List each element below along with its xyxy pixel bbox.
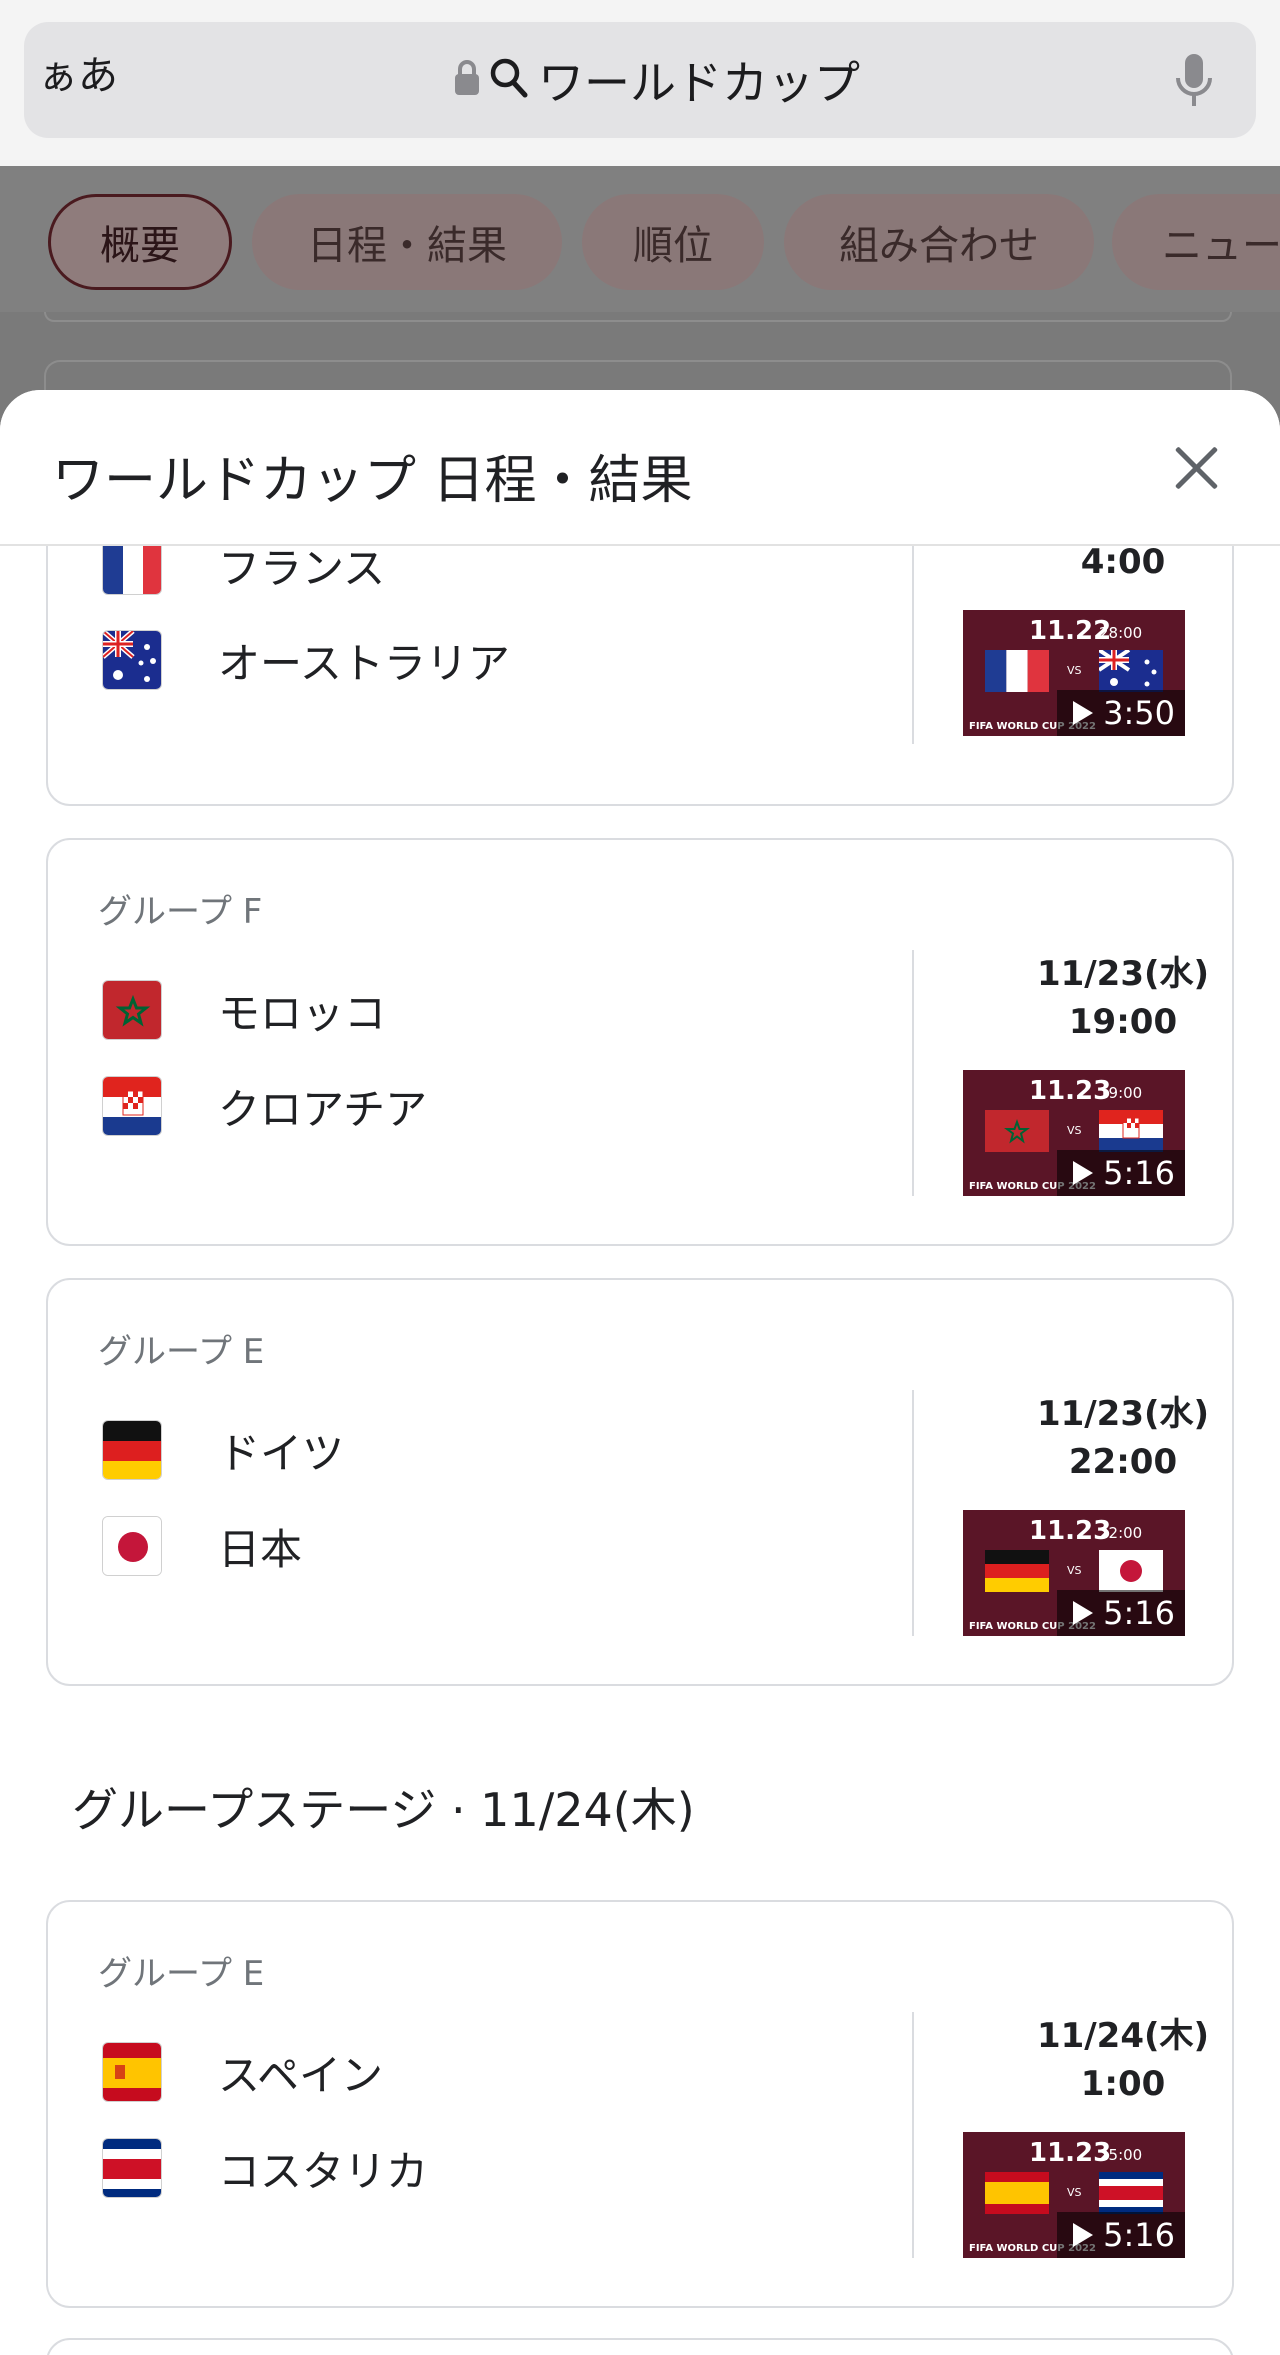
thumb-time: 19:00 xyxy=(1099,1084,1143,1102)
video-duration: 5:16 xyxy=(1103,2216,1175,2254)
lock-icon xyxy=(454,60,480,100)
team-name: 日本 xyxy=(218,1524,303,1574)
team-row: スペイン xyxy=(102,2042,383,2102)
team-row: オーストラリア xyxy=(102,630,510,690)
microphone-icon[interactable] xyxy=(1174,52,1214,114)
japan-flag-icon xyxy=(1099,1550,1163,1592)
highlight-video-thumbnail[interactable]: 11.22 28:00 VS FIFA WORLD CUP 2022 3:50 xyxy=(963,610,1185,736)
highlight-video-thumbnail[interactable]: 11.23 19:00 VS FIFA WORLD CUP 2022 5:16 xyxy=(963,1070,1185,1196)
spain-flag-icon xyxy=(985,2172,1049,2214)
tab-chips: 概要 日程・結果 順位 組み合わせ ニュー xyxy=(0,166,1280,312)
match-date: 11/23(水) xyxy=(1036,1394,1210,1434)
australia-flag-icon xyxy=(102,630,162,690)
play-duration: 3:50 xyxy=(1057,690,1185,736)
germany-flag-icon xyxy=(985,1550,1049,1592)
thumb-time: 25:00 xyxy=(1099,2146,1143,2164)
morocco-flag-icon xyxy=(102,980,162,1040)
play-duration: 5:16 xyxy=(1057,1590,1185,1636)
address-bar[interactable]: ぁあ ワールドカップ xyxy=(24,22,1256,138)
search-icon xyxy=(490,58,528,102)
tab-schedule-results[interactable]: 日程・結果 xyxy=(252,194,562,290)
team-row: モロッコ xyxy=(102,980,386,1040)
video-duration: 5:16 xyxy=(1103,1594,1175,1632)
schedule-sheet: ワールドカップ 日程・結果 フランス オーストラリア 4:00 11.22 28… xyxy=(0,390,1280,2355)
match-card[interactable]: グループ F モロッコ クロアチア 11/23(水) 19:00 11.23 1… xyxy=(46,838,1234,1246)
highlight-video-thumbnail[interactable]: 11.23 25:00 VS FIFA WORLD CUP 2022 5:16 xyxy=(963,2132,1185,2258)
close-icon[interactable] xyxy=(1172,444,1220,492)
japan-flag-icon xyxy=(102,1516,162,1576)
team-row: ドイツ xyxy=(102,1420,344,1480)
team-name: オーストラリア xyxy=(218,638,510,688)
url-text: ワールドカップ xyxy=(538,56,860,110)
team-row: コスタリカ xyxy=(102,2138,428,2198)
morocco-flag-icon xyxy=(985,1110,1049,1152)
thumb-time: 28:00 xyxy=(1099,624,1143,642)
background-card-edge xyxy=(44,312,1232,322)
costa-rica-flag-icon xyxy=(1099,2172,1163,2214)
match-date: 11/23(水) xyxy=(1036,954,1210,994)
reader-settings-button[interactable]: ぁあ xyxy=(38,56,118,96)
team-row: クロアチア xyxy=(102,1076,427,1136)
play-icon xyxy=(1073,1601,1094,1625)
play-icon xyxy=(1073,701,1094,725)
croatia-flag-icon xyxy=(102,1076,162,1136)
germany-flag-icon xyxy=(102,1420,162,1480)
match-date: 11/24(木) xyxy=(1036,2016,1210,2056)
sheet-header: ワールドカップ 日程・結果 xyxy=(0,390,1280,546)
team-name: クロアチア xyxy=(218,1084,428,1134)
highlight-video-thumbnail[interactable]: 11.23 22:00 VS FIFA WORLD CUP 2022 5:16 xyxy=(963,1510,1185,1636)
thumb-vs: VS xyxy=(1067,1124,1082,1137)
divider xyxy=(912,2012,914,2258)
tab-overview[interactable]: 概要 xyxy=(48,194,232,290)
section-heading: グループステージ · 11/24(木) xyxy=(72,1783,695,1837)
match-time: 1:00 xyxy=(1080,2064,1166,2104)
match-time: 22:00 xyxy=(1068,1442,1178,1482)
video-duration: 5:16 xyxy=(1103,1154,1175,1192)
sheet-title: ワールドカップ 日程・結果 xyxy=(52,451,693,511)
divider xyxy=(912,950,914,1196)
thumb-vs: VS xyxy=(1067,664,1082,677)
spain-flag-icon xyxy=(102,2042,162,2102)
group-label: グループ E xyxy=(98,1332,265,1372)
thumb-vs: VS xyxy=(1067,1564,1082,1577)
team-name: ドイツ xyxy=(218,1428,345,1478)
match-card[interactable] xyxy=(46,2338,1234,2355)
france-flag-icon xyxy=(985,650,1049,692)
play-icon xyxy=(1073,1161,1094,1185)
team-name: スペイン xyxy=(218,2050,384,2100)
match-card[interactable]: グループ E ドイツ 日本 11/23(水) 22:00 11.23 22:00… xyxy=(46,1278,1234,1686)
thumb-vs: VS xyxy=(1067,2186,1082,2199)
browser-toolbar: ぁあ ワールドカップ xyxy=(0,0,1280,166)
costa-rica-flag-icon xyxy=(102,2138,162,2198)
play-duration: 5:16 xyxy=(1057,1150,1185,1196)
match-card[interactable]: グループ E スペイン コスタリカ 11/24(木) 1:00 11.23 25… xyxy=(46,1900,1234,2308)
tab-standings[interactable]: 順位 xyxy=(582,194,764,290)
team-row: 日本 xyxy=(102,1516,302,1576)
play-icon xyxy=(1073,2223,1094,2247)
team-name: モロッコ xyxy=(218,988,387,1038)
group-label: グループ F xyxy=(98,892,263,932)
tab-bracket[interactable]: 組み合わせ xyxy=(784,194,1094,290)
play-duration: 5:16 xyxy=(1057,2212,1185,2258)
australia-flag-icon xyxy=(1099,650,1163,692)
video-duration: 3:50 xyxy=(1103,694,1175,732)
thumb-time: 22:00 xyxy=(1099,1524,1143,1542)
divider xyxy=(912,1390,914,1636)
group-label: グループ E xyxy=(98,1954,265,1994)
match-time: 19:00 xyxy=(1068,1002,1178,1042)
croatia-flag-icon xyxy=(1099,1110,1163,1152)
team-name: コスタリカ xyxy=(218,2146,429,2196)
address-content: ワールドカップ xyxy=(454,56,860,110)
tab-news[interactable]: ニュー xyxy=(1112,194,1280,290)
